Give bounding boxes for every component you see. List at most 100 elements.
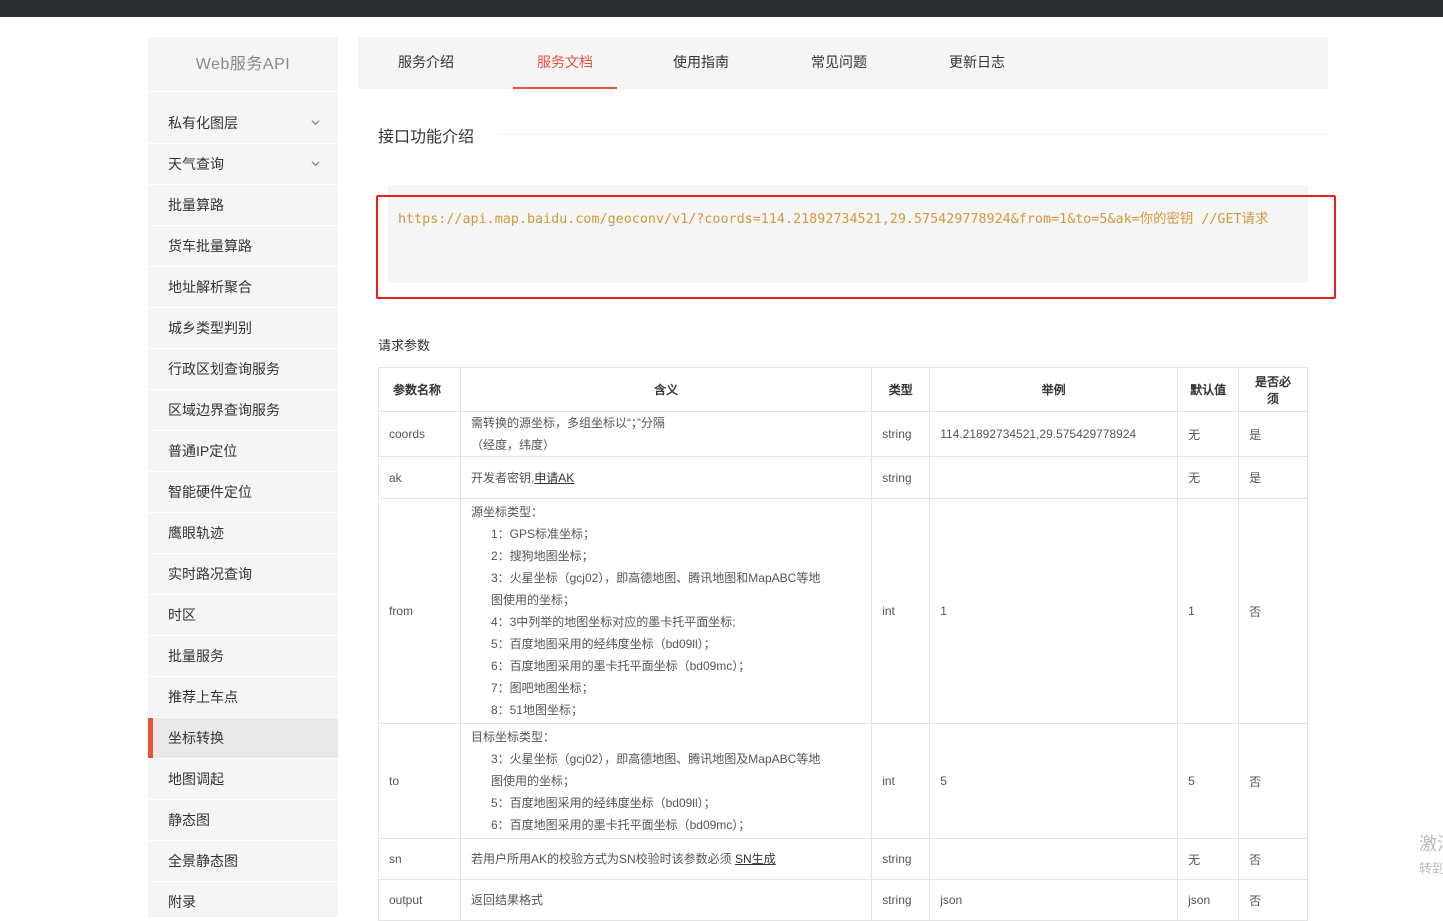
param-type: string [871,456,931,499]
table-header-row: 参数名称 含义 类型 举例 默认值 是否必须 [378,367,1308,412]
meaning-head: 源坐标类型： [470,505,543,519]
sidebar-item[interactable]: 天气查询 [148,144,338,185]
param-required: 否 [1238,879,1308,921]
sidebar-item[interactable]: 区域边界查询服务 [148,390,338,431]
param-default: 5 [1177,723,1240,839]
header-required: 是否必须 [1238,367,1308,412]
table-row: to 目标坐标类型： 3：火星坐标（gcj02），即高德地图、腾讯地图及MapABC… [378,723,1308,839]
param-default: 无 [1177,411,1240,457]
sidebar-item-label: 推荐上车点 [168,689,238,705]
sidebar-item-label: 全景静态图 [168,853,238,869]
meaning-line: 6：百度地图采用的墨卡托平面坐标（bd09mc）； [490,818,751,832]
param-name: to [378,723,461,839]
param-meaning: 需转换的源坐标，多组坐标以“；”分隔 （经度，纬度） [459,411,873,457]
meaning-line: 若用户所用AK的校验方式为SN校验时该参数必须 SN生成 [471,848,861,870]
sidebar-item[interactable]: 智能硬件定位 [148,472,338,513]
sidebar-item[interactable]: 批量算路 [148,185,338,226]
meaning-line: 5：百度地图采用的经纬度坐标（bd09ll）； [490,796,716,810]
tab-3[interactable]: 常见问题 [791,37,887,89]
param-name: coords [378,411,461,457]
sidebar-item-label: 城乡类型判别 [168,320,252,336]
meaning-line: 2：搜狗地图坐标； [490,549,594,563]
chevron-down-icon[interactable] [311,159,320,168]
meaning-line: 8：51地图坐标； [490,703,583,717]
param-type: int [871,723,931,839]
param-name: output [378,879,461,921]
meaning-line: 7：图吧地图坐标； [490,681,594,695]
meaning-line: 图使用的坐标； [490,774,575,788]
param-required: 否 [1238,838,1308,880]
param-example [929,456,1179,499]
meaning-text: 返回结果格式 [470,893,543,907]
sidebar-item[interactable]: 批量服务 [148,636,338,677]
param-meaning: 开发者密钥,申请AK [459,456,873,499]
param-default: 无 [1177,456,1240,499]
param-meaning: 目标坐标类型： 3：火星坐标（gcj02），即高德地图、腾讯地图及MapABC等地… [459,723,873,839]
sidebar-item[interactable]: 地图调起 [148,759,338,800]
sidebar-item[interactable]: 普通IP定位 [148,431,338,472]
param-type: string [871,411,931,457]
param-example [929,838,1179,880]
sidebar-list: 私有化图层 天气查询 批量算路货车批量算路 地址解析聚合 城乡类型判别行政区划查询服务区… [148,103,338,917]
sidebar-item[interactable]: 坐标转换 [148,718,338,759]
param-meaning: 源坐标类型： 1：GPS标准坐标； 2：搜狗地图坐标； 3：火星坐标（gcj02），即… [459,498,873,724]
watermark-line2: 转到 [1419,861,1443,876]
sidebar-item-label: 地图调起 [168,771,224,787]
sidebar-item-label: 实时路况查询 [168,566,252,582]
section-divider [497,134,1328,135]
sidebar-item[interactable]: 货车批量算路 [148,226,338,267]
header-meaning: 含义 [459,367,873,412]
param-example: 114.21892734521,29.575429778924 [929,411,1179,457]
sidebar-title: Web服务API [148,37,338,92]
section-title: 接口功能介绍 [378,129,475,146]
meaning-line: 返回结果格式 [471,889,861,911]
param-default: json [1177,879,1240,921]
sidebar-item-label: 普通IP定位 [168,443,238,459]
request-url-code: https://api.map.baidu.com/geoconv/v1/?co… [398,212,1269,227]
param-meaning: 返回结果格式 [459,879,873,921]
sidebar-item-label: 地址解析聚合 [168,279,252,295]
sidebar-item[interactable]: 静态图 [148,800,338,841]
chevron-down-icon[interactable] [311,118,320,127]
sidebar-item[interactable]: 附录 [148,882,338,917]
sidebar-item[interactable]: 地址解析聚合 [148,267,338,308]
meaning-line: 6：百度地图采用的墨卡托平面坐标（bd09mc）； [490,659,751,673]
sidebar-item-label: 时区 [168,607,196,623]
tab-4[interactable]: 更新日志 [929,37,1025,89]
param-required: 否 [1238,498,1308,724]
sidebar-item[interactable]: 全景静态图 [148,841,338,882]
param-example: 1 [929,498,1179,724]
header-type: 类型 [871,367,931,412]
watermark-line1: 激活 [1419,834,1443,854]
meaning-line: （经度，纬度） [470,438,555,452]
meaning-link[interactable]: SN生成 [735,852,776,866]
meaning-line: 开发者密钥,申请AK [471,467,861,489]
param-default: 无 [1177,838,1240,880]
sidebar-item[interactable]: 鹰眼轨迹 [148,513,338,554]
params-table: 参数名称 含义 类型 举例 默认值 是否必须 coords 需转换的源坐标，多组坐… [378,367,1308,921]
table-row: sn 若用户所用AK的校验方式为SN校验时该参数必须 SN生成 string 无否 [378,838,1308,880]
header-example: 举例 [929,367,1179,412]
sidebar-item-label: 货车批量算路 [168,238,252,254]
sidebar-item[interactable]: 时区 [148,595,338,636]
meaning-link[interactable]: 申请AK [534,471,574,485]
param-type: string [871,879,931,921]
sidebar-item[interactable]: 实时路况查询 [148,554,338,595]
param-example: json [929,879,1179,921]
sidebar-item[interactable]: 私有化图层 [148,103,338,144]
sidebar-item[interactable]: 城乡类型判别 [148,308,338,349]
tab-2[interactable]: 使用指南 [653,37,749,89]
meaning-line: 3：火星坐标（gcj02），即高德地图、腾讯地图和MapABC等地 [490,571,821,585]
header-name: 参数名称 [378,367,461,412]
sidebar-item[interactable]: 推荐上车点 [148,677,338,718]
table-row: from 源坐标类型： 1：GPS标准坐标； 2：搜狗地图坐标； 3：火星坐标（gcj0… [378,498,1308,724]
tab-0[interactable]: 服务介绍 [378,37,474,89]
meaning-line: 5：百度地图采用的经纬度坐标（bd09ll）； [490,637,716,651]
meaning-head: 目标坐标类型： [470,730,555,744]
tab-1[interactable]: 服务文档 [513,37,617,89]
sidebar-item-label: 坐标转换 [168,730,224,746]
sidebar: Web服务API 私有化图层 天气查询 批量算路货车批量算路 地址解析聚合 城乡类型判别… [148,37,338,917]
sidebar-item[interactable]: 行政区划查询服务 [148,349,338,390]
param-meaning: 若用户所用AK的校验方式为SN校验时该参数必须 SN生成 [459,838,873,880]
param-required: 是 [1238,411,1308,457]
